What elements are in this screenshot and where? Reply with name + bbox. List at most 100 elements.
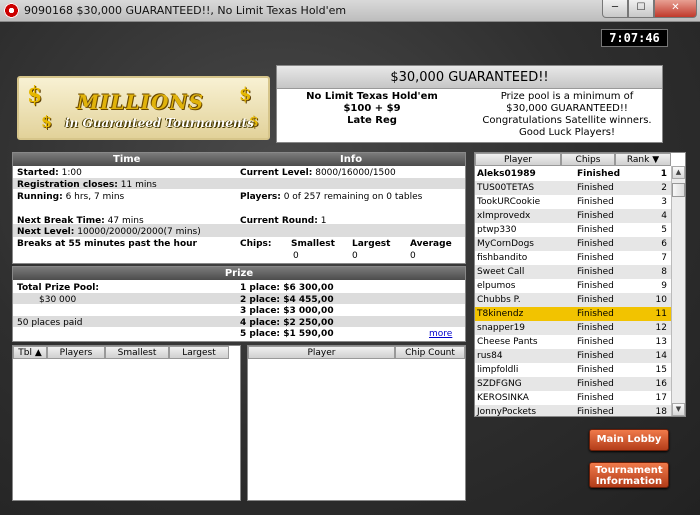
player-status: Finished bbox=[577, 365, 614, 375]
ranking-row[interactable]: TookURCookie Finished 3 bbox=[475, 195, 671, 209]
tables-list[interactable]: Tbl ▲ Players Smallest Largest bbox=[12, 345, 241, 501]
info-heading: Info bbox=[340, 154, 363, 165]
player-rank: 9 bbox=[661, 281, 667, 291]
next-break-label: Next Break Time: bbox=[17, 216, 105, 226]
player-name: Cheese Pants bbox=[477, 337, 538, 347]
player-rank: 7 bbox=[661, 253, 667, 263]
column-header-players[interactable]: Players bbox=[47, 346, 105, 359]
player-rank: 3 bbox=[661, 197, 667, 207]
column-header-chip-count[interactable]: Chip Count bbox=[395, 346, 465, 359]
ranking-row[interactable]: limpfoldli Finished 15 bbox=[475, 363, 671, 377]
largest-value: 0 bbox=[352, 251, 358, 261]
ranking-list[interactable]: Player Chips Rank ▼ Aleks01989 Finished 1 … bbox=[474, 152, 686, 417]
player-status: Finished bbox=[577, 337, 614, 347]
main-lobby-button[interactable]: Main Lobby bbox=[589, 429, 669, 451]
ranking-row[interactable]: snapper19 Finished 12 bbox=[475, 321, 671, 335]
player-status: Finished bbox=[577, 253, 614, 263]
player-rank: 1 bbox=[660, 169, 667, 179]
player-status: Finished bbox=[577, 211, 614, 221]
scroll-up-icon[interactable]: ▲ bbox=[672, 166, 685, 179]
player-name: SZDFGNG bbox=[477, 379, 522, 389]
player-name: Chubbs P. bbox=[477, 295, 521, 305]
reg-closes-value: 11 mins bbox=[120, 180, 157, 190]
average-value: 0 bbox=[410, 251, 416, 261]
ranking-row[interactable]: ptwp330 Finished 5 bbox=[475, 223, 671, 237]
player-rank: 2 bbox=[661, 183, 667, 193]
player-name: Sweet Call bbox=[477, 267, 525, 277]
column-header-largest[interactable]: Largest bbox=[169, 346, 229, 359]
column-header-table[interactable]: Tbl ▲ bbox=[13, 346, 47, 359]
close-button[interactable]: ✕ bbox=[654, 0, 697, 18]
prize-heading: Prize bbox=[13, 267, 465, 280]
player-status: Finished bbox=[577, 197, 614, 207]
column-header-chips[interactable]: Chips bbox=[561, 153, 615, 166]
player-rank: 15 bbox=[655, 365, 667, 375]
logo-subtitle: in Guaranteed Tournaments bbox=[65, 116, 254, 130]
title-bar: 9090168 $30,000 GUARANTEED!!, No Limit T… bbox=[0, 0, 700, 22]
ranking-row[interactable]: JonnyPockets Finished 18 bbox=[475, 405, 671, 417]
ranking-scrollbar[interactable]: ▲ ▼ bbox=[671, 166, 685, 416]
column-header-smallest[interactable]: Smallest bbox=[105, 346, 169, 359]
ranking-row[interactable]: TUS00TETAS Finished 2 bbox=[475, 181, 671, 195]
player-name: JonnyPockets bbox=[477, 407, 537, 417]
player-rank: 11 bbox=[655, 309, 667, 319]
ranking-row[interactable]: Cheese Pants Finished 13 bbox=[475, 335, 671, 349]
message-line: $30,000 GUARANTEED!! bbox=[506, 103, 628, 114]
chips-label: Chips: bbox=[240, 239, 272, 249]
player-name: T8kinendz bbox=[477, 309, 524, 319]
place-amount: $3 000,00 bbox=[283, 306, 334, 316]
ranking-row[interactable]: Aleks01989 Finished 1 bbox=[475, 167, 671, 181]
player-status: Finished bbox=[577, 169, 621, 179]
window-title: 9090168 $30,000 GUARANTEED!!, No Limit T… bbox=[24, 4, 347, 17]
tournament-information-button[interactable]: Tournament Information bbox=[589, 462, 669, 488]
player-status: Finished bbox=[577, 393, 614, 403]
poker-chip-icon bbox=[4, 3, 19, 18]
message-line: Prize pool is a minimum of bbox=[500, 91, 634, 102]
player-name: xImprovedx bbox=[477, 211, 531, 221]
more-prizes-link[interactable]: more bbox=[429, 329, 452, 340]
maximize-button[interactable]: ☐ bbox=[628, 0, 654, 18]
place-label: 5 place: bbox=[240, 329, 281, 339]
ranking-row[interactable]: MyCornDogs Finished 6 bbox=[475, 237, 671, 251]
players-label: Players: bbox=[240, 192, 281, 202]
next-level-label: Next Level: bbox=[17, 227, 75, 237]
places-paid: 50 places paid bbox=[17, 318, 83, 328]
millions-logo: $ $ $ $ MILLIONS in Guaranteed Tournamen… bbox=[17, 76, 270, 140]
players-list[interactable]: Player Chip Count bbox=[247, 345, 466, 501]
column-header-player[interactable]: Player bbox=[248, 346, 395, 359]
ranking-row[interactable]: Chubbs P. Finished 10 bbox=[475, 293, 671, 307]
ranking-row[interactable]: fishbandito Finished 7 bbox=[475, 251, 671, 265]
logo-title: MILLIONS bbox=[77, 90, 205, 114]
message-line: Good Luck Players! bbox=[518, 127, 616, 138]
running-label: Running: bbox=[17, 192, 63, 202]
place-label: 1 place: bbox=[240, 283, 281, 293]
smallest-label: Smallest bbox=[291, 239, 335, 249]
tournament-title: $30,000 GUARANTEED!! bbox=[277, 66, 662, 89]
place-label: 3 place: bbox=[240, 306, 281, 316]
current-level-value: 8000/16000/1500 bbox=[315, 168, 396, 178]
player-name: Aleks01989 bbox=[477, 169, 536, 179]
player-status: Finished bbox=[577, 295, 614, 305]
scroll-thumb[interactable] bbox=[672, 183, 685, 197]
ranking-row-selected[interactable]: T8kinendz Finished 11 bbox=[475, 307, 671, 321]
buy-in: $100 + $9 bbox=[343, 103, 401, 114]
place-amount: $4 455,00 bbox=[283, 295, 334, 305]
ranking-row[interactable]: Sweet Call Finished 8 bbox=[475, 265, 671, 279]
column-header-rank[interactable]: Rank ▼ bbox=[615, 153, 671, 166]
player-name: ptwp330 bbox=[477, 225, 517, 235]
ranking-row[interactable]: SZDFGNG Finished 16 bbox=[475, 377, 671, 391]
player-name: elpumos bbox=[477, 281, 516, 291]
scroll-down-icon[interactable]: ▼ bbox=[672, 403, 685, 416]
ranking-row[interactable]: xImprovedx Finished 4 bbox=[475, 209, 671, 223]
place-amount: $2 250,00 bbox=[283, 318, 334, 328]
smallest-value: 0 bbox=[293, 251, 299, 261]
column-header-player[interactable]: Player bbox=[475, 153, 561, 166]
ranking-row[interactable]: elpumos Finished 9 bbox=[475, 279, 671, 293]
time-heading: Time bbox=[113, 154, 141, 165]
started-label: Started: bbox=[17, 168, 59, 178]
ranking-row[interactable]: rus84 Finished 14 bbox=[475, 349, 671, 363]
player-status: Finished bbox=[577, 183, 614, 193]
next-break-value: 47 mins bbox=[107, 216, 144, 226]
ranking-row[interactable]: KEROSINKA Finished 17 bbox=[475, 391, 671, 405]
minimize-button[interactable]: ─ bbox=[602, 0, 628, 18]
